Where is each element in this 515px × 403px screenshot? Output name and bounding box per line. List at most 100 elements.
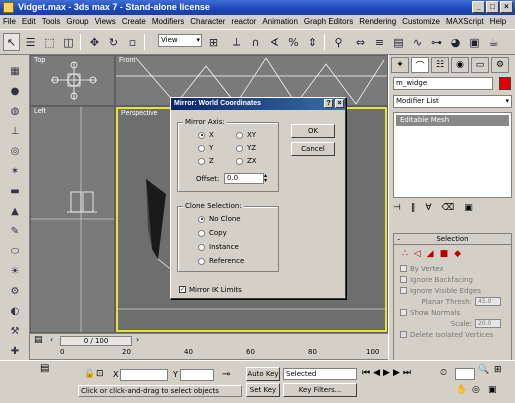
layer-manager-icon[interactable]: ▤ [390, 33, 407, 51]
polygon-mode-icon[interactable]: ■ [440, 249, 449, 259]
offset-spinner-icon[interactable]: ▴ ▾ [264, 173, 267, 184]
playback-controls[interactable]: ⏮◀▶▶⏭ [362, 368, 414, 378]
time-config-icon[interactable]: ⏲ [440, 368, 447, 378]
maximize-button[interactable]: □ [486, 1, 499, 13]
tube-icon[interactable]: ▬ [7, 183, 23, 199]
dialog-close-icon[interactable]: × [335, 99, 344, 108]
systems-icon[interactable]: ✚ [7, 343, 23, 359]
key-filters-button[interactable]: Key Filters... [283, 383, 357, 397]
camera-icon[interactable]: ⚙ [7, 283, 23, 299]
offset-field[interactable]: 0.0 [224, 173, 264, 184]
x-coordinate-field[interactable] [120, 369, 168, 381]
menu-modifiers[interactable]: Modifiers [152, 15, 184, 29]
auto-key-button[interactable]: Auto Key [246, 367, 280, 381]
angle-snap-icon[interactable]: ∢ [266, 33, 283, 51]
render-scene-icon[interactable]: ▣ [466, 33, 483, 51]
key-mode-select[interactable]: Selected [283, 368, 357, 380]
cone-icon[interactable]: ✶ [7, 163, 23, 179]
select-object-icon[interactable]: ↖ [3, 33, 20, 51]
material-editor-icon[interactable]: ◕ [447, 33, 464, 51]
curve-editor-icon[interactable]: ∿ [409, 33, 426, 51]
menu-animation[interactable]: Animation [262, 15, 298, 29]
mirror-ik-limits-checkbox[interactable]: ✓ Mirror IK Limits [179, 284, 242, 295]
menu-create[interactable]: Create [122, 15, 146, 29]
face-mode-icon[interactable]: ◢ [427, 249, 434, 259]
display-tab-icon[interactable]: ▭ [471, 57, 489, 73]
axis-xy-radio[interactable]: XY [236, 131, 256, 139]
axis-constraint-icon[interactable]: ⟂ [228, 33, 245, 51]
time-slider-prev-icon[interactable]: ‹ [50, 335, 53, 344]
maximize-viewport-icon[interactable]: ▣ [488, 385, 497, 395]
help-icon[interactable]: ? [324, 99, 333, 108]
viewport-top[interactable]: Top [31, 56, 114, 105]
menu-views[interactable]: Views [95, 15, 116, 29]
vertex-mode-icon[interactable]: ∴ [402, 249, 408, 259]
motion-tab-icon[interactable]: ◉ [451, 57, 469, 73]
box-icon[interactable]: ▦ [7, 63, 23, 79]
instance-radio[interactable]: Instance [198, 243, 239, 251]
ignore-visible-edges-checkbox[interactable]: Ignore Visible Edges [394, 285, 511, 296]
no-clone-radio[interactable]: No Clone [198, 215, 241, 223]
create-tab-icon[interactable]: ✦ [391, 57, 409, 73]
magnet-snap-icon[interactable]: ∩ [247, 33, 264, 51]
y-coordinate-field[interactable] [180, 369, 214, 381]
menu-help[interactable]: Help [490, 15, 506, 29]
menu-rendering[interactable]: Rendering [359, 15, 396, 29]
cylinder-icon[interactable]: ⊥ [7, 123, 23, 139]
zoom-icon[interactable]: 🔍 [478, 365, 489, 375]
scale-icon[interactable]: ▫ [124, 33, 141, 51]
menu-graph-editors[interactable]: Graph Editors [304, 15, 353, 29]
utilities-tab-icon[interactable]: ⚙ [491, 57, 509, 73]
show-end-result-icon[interactable]: ‖ [411, 203, 416, 213]
pan-icon[interactable]: ✋ [456, 385, 467, 395]
viewport-left[interactable]: Left [31, 107, 114, 332]
region-select-icon[interactable]: ⬚ [41, 33, 58, 51]
helper-icon[interactable]: ◐ [7, 303, 23, 319]
pin-stack-icon[interactable]: ⊣ [393, 203, 401, 213]
configure-sets-icon[interactable]: ▣ [464, 203, 473, 213]
axis-y-radio[interactable]: Y [198, 144, 213, 152]
teapot-icon[interactable]: ✎ [7, 223, 23, 239]
mirror-dialog-title-bar[interactable]: Mirror: World Coordinates ? × [171, 98, 345, 110]
torus-icon[interactable]: ◎ [7, 143, 23, 159]
ignore-backfacing-checkbox[interactable]: Ignore Backfacing [394, 274, 511, 285]
time-slider[interactable]: 0 / 100 [60, 336, 132, 346]
axis-yz-radio[interactable]: YZ [236, 144, 256, 152]
pivot-icon[interactable]: ⊞ [205, 33, 222, 51]
pyramid-icon[interactable]: ▲ [7, 203, 23, 219]
schematic-view-icon[interactable]: ⊶ [428, 33, 445, 51]
geosphere-icon[interactable]: ◍ [7, 103, 23, 119]
menu-character[interactable]: Character [190, 15, 225, 29]
reference-radio[interactable]: Reference [198, 257, 244, 265]
quick-render-icon[interactable]: ☕ [485, 33, 502, 51]
show-normals-checkbox[interactable]: Show Normals [394, 307, 511, 318]
object-name-field[interactable]: m_widge [393, 77, 493, 90]
planar-thresh-spinner[interactable]: Planar Thresh: 45.0 [394, 296, 511, 307]
axis-z-radio[interactable]: Z [198, 157, 214, 165]
current-frame-field[interactable] [455, 368, 475, 380]
minimize-button[interactable]: _ [472, 1, 485, 13]
scale-spinner[interactable]: Scale: 20.0 [394, 318, 511, 329]
delete-isolated-checkbox[interactable]: Delete Isolated Vertices [394, 329, 511, 340]
menu-tools[interactable]: Tools [42, 15, 61, 29]
absolute-mode-icon[interactable]: ⊡ [96, 369, 104, 379]
hierarchy-tab-icon[interactable]: ☷ [431, 57, 449, 73]
by-vertex-checkbox[interactable]: By Vertex [394, 263, 511, 274]
zoom-extents-icon[interactable]: ⊞ [494, 365, 502, 375]
menu-customize[interactable]: Customize [402, 15, 440, 29]
modifier-stack[interactable]: Editable Mesh [393, 112, 512, 198]
window-crossing-icon[interactable]: ◫ [60, 33, 77, 51]
reference-coordinate-select[interactable]: View [158, 34, 202, 47]
menu-group[interactable]: Group [66, 15, 88, 29]
move-icon[interactable]: ✥ [86, 33, 103, 51]
close-button[interactable]: × [500, 1, 513, 13]
align-icon[interactable]: ≡ [371, 33, 388, 51]
menu-maxscript[interactable]: MAXScript [446, 15, 484, 29]
make-unique-icon[interactable]: ∀ [425, 203, 431, 213]
element-mode-icon[interactable]: ◆ [454, 249, 461, 259]
space-warp-icon[interactable]: ⚒ [7, 323, 23, 339]
named-selection-icon[interactable]: ⚲ [330, 33, 347, 51]
menu-file[interactable]: File [3, 15, 16, 29]
stack-item-editable-mesh[interactable]: Editable Mesh [396, 115, 509, 126]
remove-modifier-icon[interactable]: ⌫ [442, 203, 455, 213]
